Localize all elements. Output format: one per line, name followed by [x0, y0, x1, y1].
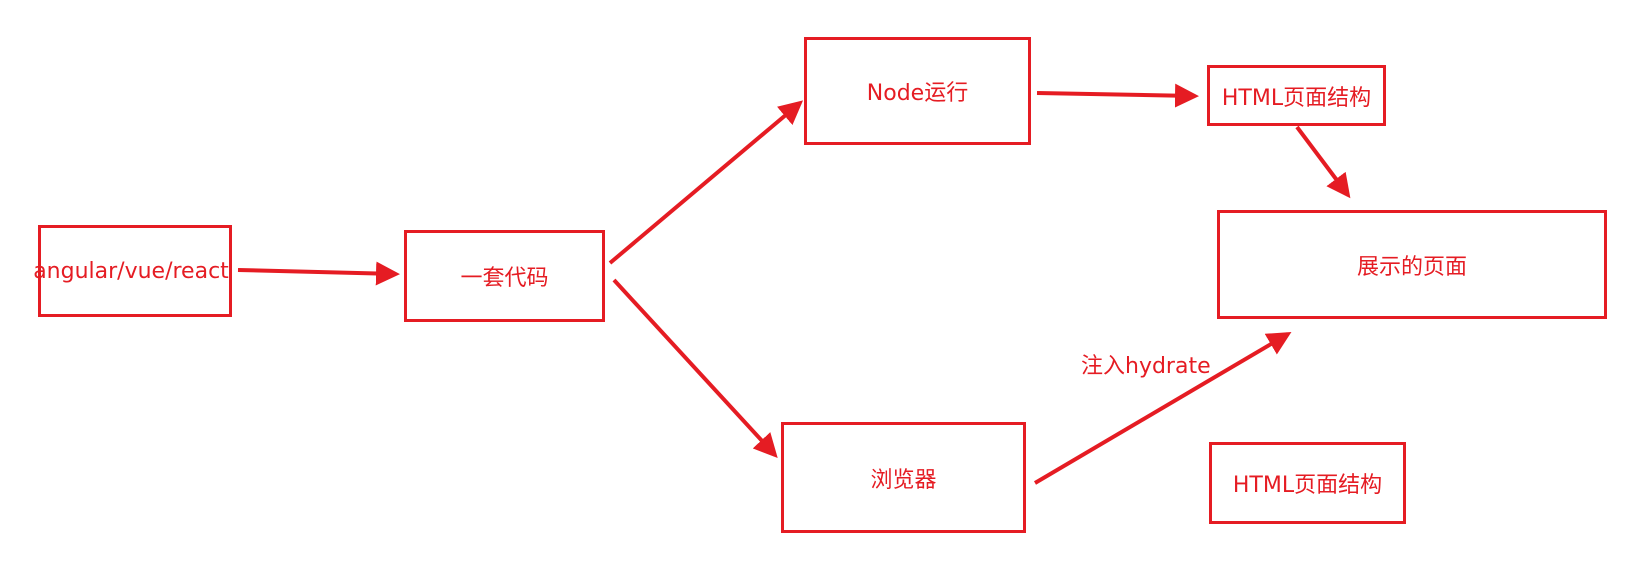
node-browser: 浏览器: [781, 422, 1026, 533]
node-source-label: angular/vue/react: [33, 258, 229, 284]
node-html-structure-top-label: HTML页面结构: [1221, 85, 1372, 111]
node-node-run: Node运行: [804, 37, 1031, 145]
edge-label-hydrate: 注入hydrate: [1081, 354, 1211, 379]
node-html-structure-bottom: HTML页面结构: [1209, 442, 1406, 524]
node-source: angular/vue/react: [33, 225, 232, 317]
arrow-code-to-browser: [612, 278, 778, 458]
node-display-page-label: 展示的页面: [1356, 254, 1467, 280]
flow-diagram: angular/vue/react 一套代码 Node运行 HTML页面结构 展…: [0, 0, 1641, 562]
arrow-code-to-node: [608, 100, 804, 265]
arrow-html-to-display: [1295, 125, 1351, 199]
node-html-structure-bottom-label: HTML页面结构: [1232, 473, 1383, 498]
arrow-source-to-code: [237, 261, 400, 286]
node-display-page: 展示的页面: [1217, 210, 1607, 319]
node-html-structure-top: HTML页面结构: [1207, 65, 1386, 126]
node-browser-label: 浏览器: [870, 467, 937, 493]
arrow-node-to-html: [1036, 83, 1199, 108]
node-node-run-label: Node运行: [866, 81, 969, 106]
node-code: 一套代码: [404, 230, 605, 322]
node-code-label: 一套代码: [460, 266, 549, 291]
